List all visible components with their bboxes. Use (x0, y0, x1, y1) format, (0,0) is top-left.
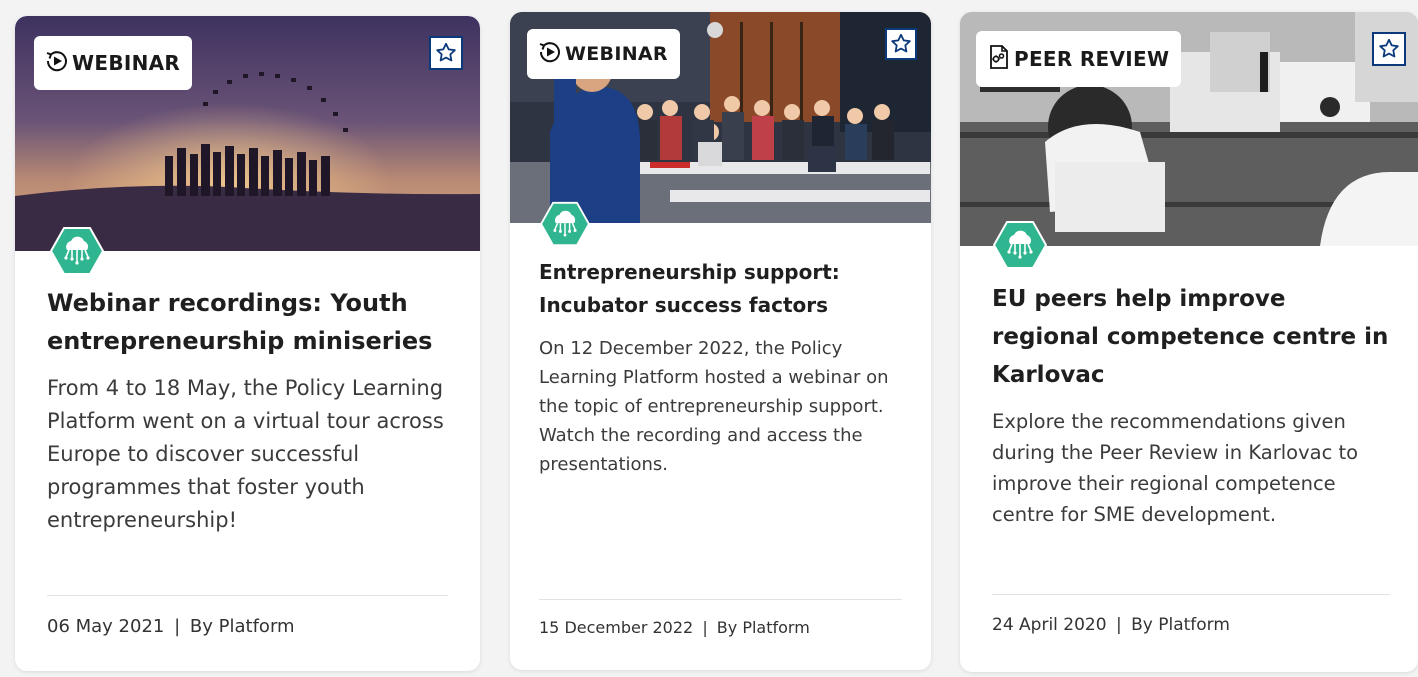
author: By Platform (189, 616, 295, 637)
content-card[interactable]: PEER REVIEW EU peers help improve region… (960, 12, 1418, 672)
favorite-star-button[interactable] (885, 28, 917, 60)
card-meta: 24 April 2020 | By Platform (992, 615, 1230, 635)
publish-date: 15 December 2022 (539, 618, 694, 637)
document-gear-icon (986, 44, 1012, 75)
favorite-star-button[interactable] (429, 36, 463, 70)
content-type-label: WEBINAR (72, 51, 181, 75)
content-type-badge: WEBINAR (34, 36, 193, 90)
star-icon (891, 33, 911, 53)
content-type-label: WEBINAR (565, 43, 668, 65)
card-divider (992, 594, 1390, 595)
card-title-link[interactable]: EU peers help improve regional competenc… (992, 286, 1388, 388)
card-description: On 12 December 2022, the Policy Learning… (539, 338, 889, 475)
card-title[interactable]: Webinar recordings: Youth entrepreneursh… (47, 284, 457, 360)
author: By Platform (716, 618, 810, 637)
star-icon (436, 42, 456, 62)
content-type-badge: WEBINAR (527, 29, 680, 79)
card-title-link[interactable]: Webinar recordings: Youth entrepreneursh… (47, 289, 432, 355)
cloud-network-hexagon-icon (49, 226, 105, 276)
content-type-badge: PEER REVIEW (976, 31, 1182, 87)
card-description: From 4 to 18 May, the Policy Learning Pl… (47, 376, 444, 532)
content-card[interactable]: WEBINAR Webinar recordings: Youth entrep… (15, 16, 480, 671)
content-card[interactable]: WEBINAR Entrepreneurship support: Incuba… (510, 12, 931, 670)
card-divider (539, 599, 902, 600)
card-description: Explore the recommendations given during… (992, 410, 1359, 526)
cloud-network-hexagon-icon (540, 201, 590, 247)
play-circle-icon (44, 48, 70, 79)
meta-separator: | (174, 616, 181, 637)
star-icon (1379, 38, 1399, 58)
card-divider (47, 595, 448, 596)
card-title[interactable]: Entrepreneurship support: Incubator succ… (539, 256, 904, 322)
content-type-label: PEER REVIEW (1014, 47, 1170, 71)
meta-separator: | (702, 618, 708, 637)
play-circle-icon (537, 39, 563, 70)
publish-date: 24 April 2020 (992, 615, 1107, 635)
author: By Platform (1131, 615, 1230, 635)
meta-separator: | (1115, 615, 1122, 635)
card-meta: 06 May 2021 | By Platform (47, 616, 295, 637)
publish-date: 06 May 2021 (47, 616, 165, 637)
card-meta: 15 December 2022 | By Platform (539, 618, 810, 637)
card-title-link[interactable]: Entrepreneurship support: Incubator succ… (539, 260, 840, 317)
card-title[interactable]: EU peers help improve regional competenc… (992, 280, 1397, 394)
favorite-star-button[interactable] (1372, 32, 1406, 66)
cloud-network-hexagon-icon (992, 220, 1048, 270)
